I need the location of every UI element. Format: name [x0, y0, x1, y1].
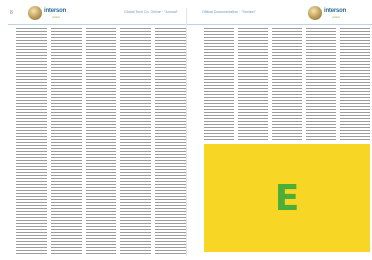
right-running-head: Official Documentation · "Section": [202, 10, 256, 14]
right-logo: interson online: [308, 5, 348, 21]
right-text-columns: [204, 28, 370, 140]
magazine-spread: 8 interson online Global Tech Co. Online…: [0, 0, 372, 260]
left-page: 8 interson online Global Tech Co. Online…: [8, 2, 188, 258]
logo-tagline: online: [52, 15, 61, 19]
left-text-column: [50, 28, 82, 254]
left-page-header: 8 interson online Global Tech Co. Online…: [8, 2, 188, 25]
page-gutter: [186, 8, 187, 256]
left-text-column: [16, 28, 47, 254]
page-number: 8: [10, 10, 13, 16]
right-text-column: [204, 28, 234, 140]
left-text-column: [85, 28, 117, 254]
left-logo: interson online: [28, 5, 68, 21]
left-text-column: [120, 28, 152, 254]
left-text-column: [155, 28, 186, 254]
globe-icon: [28, 6, 42, 20]
logo-name: interson: [324, 8, 347, 14]
logo-name: interson: [44, 8, 67, 14]
advertisement-letter: E: [274, 177, 300, 219]
right-page-header: Official Documentation · "Section" inter…: [188, 2, 372, 25]
right-text-column: [272, 28, 302, 140]
right-text-column: [238, 28, 268, 140]
right-text-column: [306, 28, 336, 140]
left-running-head: Global Tech Co. Online · "Annual": [124, 10, 178, 14]
advertisement-block: E: [204, 144, 370, 252]
logo-tagline: online: [332, 15, 341, 19]
right-page: Official Documentation · "Section" inter…: [188, 2, 372, 258]
globe-icon: [308, 6, 322, 20]
left-text-columns: [16, 28, 186, 254]
right-text-column: [340, 28, 370, 140]
